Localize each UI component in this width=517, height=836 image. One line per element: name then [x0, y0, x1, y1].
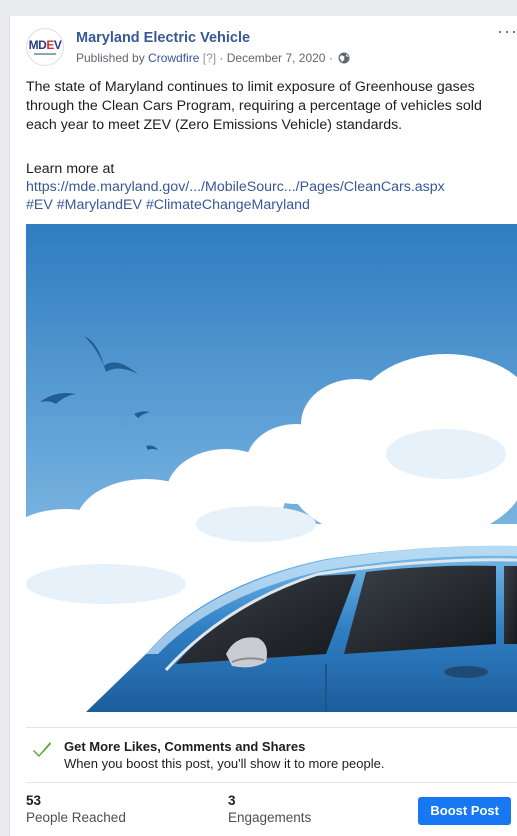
- boost-subtitle: When you boost this post, you'll show it…: [64, 756, 385, 771]
- publisher-link[interactable]: Crowdfire: [148, 51, 199, 65]
- post-date[interactable]: · December 7, 2020 ·: [216, 51, 336, 65]
- post-body: The state of Maryland continues to limit…: [26, 78, 506, 135]
- post-image[interactable]: [10, 224, 517, 714]
- engagements-label: Engagements: [228, 810, 312, 825]
- boost-title: Get More Likes, Comments and Shares: [64, 739, 306, 754]
- page-name-link[interactable]: Maryland Electric Vehicle: [76, 30, 250, 46]
- engagements-stat[interactable]: 3 Engagements: [228, 793, 311, 825]
- car-clouds-illustration: [10, 224, 517, 714]
- learn-more-text: Learn more at: [26, 161, 115, 177]
- post-body-text: The state of Maryland continues to limit…: [26, 79, 482, 133]
- people-reached-label: People Reached: [26, 810, 126, 825]
- globe-icon: [338, 52, 350, 67]
- more-options-button[interactable]: ···: [497, 22, 517, 40]
- people-reached-stat[interactable]: 53 People Reached: [26, 793, 126, 825]
- post-card: MDEV Maryland Electric Vehicle Published…: [9, 16, 517, 836]
- avatar[interactable]: MDEV: [26, 28, 64, 66]
- post-header: MDEV Maryland Electric Vehicle Published…: [10, 16, 517, 68]
- hashtags[interactable]: #EV #MarylandEV #ClimateChangeMaryland: [26, 196, 310, 215]
- help-marker[interactable]: [?]: [203, 51, 216, 65]
- post-meta: Published by Crowdfire [?] · December 7,…: [76, 51, 350, 67]
- people-reached-value: 53: [26, 793, 42, 808]
- boost-post-button[interactable]: Boost Post: [418, 797, 511, 825]
- post-link[interactable]: https://mde.maryland.gov/.../MobileSourc…: [26, 178, 445, 197]
- published-prefix: Published by: [76, 51, 149, 65]
- post-stats: 53 People Reached 3 Engagements Boost Po…: [26, 782, 517, 835]
- engagements-value: 3: [228, 793, 236, 808]
- boost-prompt[interactable]: Get More Likes, Comments and Shares When…: [26, 727, 517, 772]
- avatar-logo: MDEV: [28, 38, 62, 52]
- checkmark-icon: [32, 740, 52, 763]
